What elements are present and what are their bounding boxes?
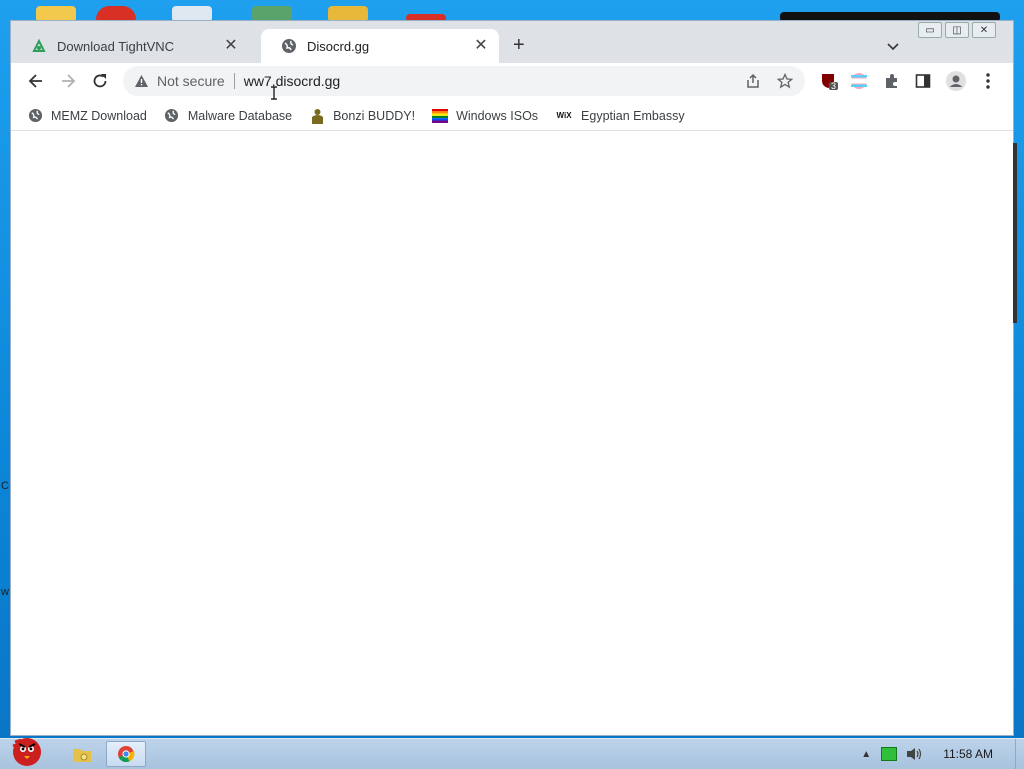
desktop-icon-4[interactable] bbox=[252, 6, 292, 22]
show-desktop-button[interactable] bbox=[1015, 739, 1024, 769]
network-icon[interactable] bbox=[881, 747, 898, 761]
profile-avatar-icon[interactable] bbox=[944, 69, 968, 93]
rainbow-flag-icon bbox=[432, 108, 449, 124]
bookmark-label: Malware Database bbox=[187, 108, 293, 123]
security-label[interactable]: Not secure bbox=[157, 73, 225, 89]
system-tray: ▲ 11:58 AM bbox=[861, 739, 1024, 769]
taskbar-chrome-button[interactable] bbox=[106, 741, 146, 767]
bookmark-windows-isos[interactable]: Windows ISOs bbox=[432, 108, 538, 124]
tab-disocrd[interactable]: Disocrd.gg ✕ bbox=[261, 29, 499, 63]
minimize-button[interactable]: ▭ bbox=[918, 22, 942, 38]
address-bar[interactable]: Not secure ww7.disocrd.gg bbox=[123, 66, 805, 96]
toolbar: Not secure ww7.disocrd.gg 3 bbox=[11, 63, 1013, 99]
bookmark-malware-database[interactable]: Malware Database bbox=[164, 108, 292, 124]
browser-window: Download TightVNC ✕ Disocrd.gg ✕ + ▭ ◫ ✕ bbox=[11, 21, 1017, 735]
scrollbar[interactable] bbox=[1013, 143, 1017, 323]
desktop-icon-2[interactable] bbox=[96, 6, 136, 22]
start-button[interactable] bbox=[2, 731, 50, 769]
ublock-extension-icon[interactable]: 3 bbox=[817, 69, 841, 93]
page-content[interactable] bbox=[11, 86, 1013, 735]
wix-icon: WiX bbox=[556, 111, 572, 120]
new-tab-button[interactable]: + bbox=[513, 35, 525, 55]
desktop-edge-label: C bbox=[1, 480, 9, 492]
reload-button[interactable] bbox=[88, 69, 112, 93]
tightvnc-favicon bbox=[31, 38, 47, 54]
bookmark-bonzi-buddy[interactable]: Bonzi BUDDY! bbox=[309, 108, 415, 124]
side-panel-icon[interactable] bbox=[911, 69, 935, 93]
back-button[interactable] bbox=[24, 69, 48, 93]
extension-badge: 3 bbox=[831, 81, 837, 91]
globe-icon bbox=[281, 38, 297, 54]
url-text[interactable]: ww7.disocrd.gg bbox=[244, 73, 741, 89]
bookmark-star-icon[interactable] bbox=[773, 69, 797, 93]
desktop-icon-3[interactable] bbox=[172, 6, 212, 22]
desktop-edge-label: w bbox=[1, 586, 9, 598]
bookmark-egyptian-embassy[interactable]: WiX Egyptian Embassy bbox=[555, 108, 685, 124]
divider bbox=[233, 73, 235, 89]
pride-extension-icon[interactable] bbox=[847, 69, 871, 93]
bookmark-label: Egyptian Embassy bbox=[581, 108, 685, 123]
text-cursor-icon bbox=[271, 86, 277, 100]
tab-title: Download TightVNC bbox=[57, 38, 175, 54]
bookmark-label: MEMZ Download bbox=[51, 108, 147, 123]
puzzle-icon[interactable] bbox=[880, 69, 904, 93]
window-controls: ▭ ◫ ✕ bbox=[915, 22, 996, 38]
show-hidden-icons-icon[interactable]: ▲ bbox=[861, 749, 871, 760]
share-icon[interactable] bbox=[741, 69, 765, 93]
bookmark-label: Bonzi BUDDY! bbox=[333, 108, 416, 123]
close-icon[interactable]: ✕ bbox=[473, 38, 489, 54]
chevron-down-icon[interactable] bbox=[887, 38, 899, 56]
bookmarks-bar: MEMZ Download Malware Database Bonzi BUD… bbox=[11, 101, 1013, 131]
maximize-button[interactable]: ◫ bbox=[945, 22, 969, 38]
file-explorer-icon[interactable] bbox=[68, 741, 96, 767]
tab-strip: Download TightVNC ✕ Disocrd.gg ✕ + ▭ ◫ ✕ bbox=[11, 21, 1013, 63]
bonzi-icon bbox=[309, 108, 325, 124]
close-icon[interactable]: ✕ bbox=[223, 38, 239, 54]
taskbar-clock[interactable]: 11:58 AM bbox=[943, 747, 993, 761]
globe-icon bbox=[164, 108, 180, 124]
chrome-icon bbox=[118, 746, 135, 763]
bookmark-memz-download[interactable]: MEMZ Download bbox=[27, 108, 147, 124]
menu-dots-icon[interactable] bbox=[976, 69, 1000, 93]
globe-icon bbox=[27, 108, 43, 124]
warning-icon[interactable] bbox=[133, 73, 149, 89]
tab-download-tightvnc[interactable]: Download TightVNC ✕ bbox=[11, 29, 249, 63]
forward-button[interactable] bbox=[56, 69, 80, 93]
tab-title: Disocrd.gg bbox=[307, 38, 370, 54]
desktop-icon-1[interactable] bbox=[36, 6, 76, 22]
volume-icon[interactable] bbox=[905, 746, 923, 762]
desktop-icon-5[interactable] bbox=[328, 6, 368, 22]
taskbar: ▲ 11:58 AM bbox=[0, 738, 1024, 769]
close-window-button[interactable]: ✕ bbox=[972, 22, 996, 38]
bookmark-label: Windows ISOs bbox=[456, 108, 539, 123]
